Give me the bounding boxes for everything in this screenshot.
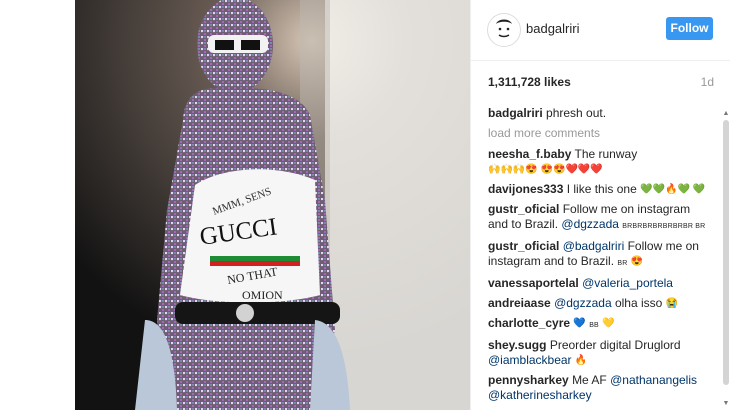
comment-mention[interactable]: @valeria_portela: [582, 276, 673, 290]
load-more-comments-link[interactable]: load more comments: [488, 126, 708, 141]
comment-username[interactable]: charlotte_cyre: [488, 316, 570, 330]
comment-item: charlotte_cyre 💙 BB 💛: [488, 316, 708, 333]
emoji: 💙: [573, 318, 586, 330]
comment-text: olha isso: [614, 296, 663, 310]
comment-username[interactable]: pennysharkey: [488, 373, 569, 387]
comment-username[interactable]: neesha_f.baby: [488, 147, 571, 161]
emoji: 🔥: [574, 355, 588, 367]
comment-username[interactable]: vanessaportelal: [488, 276, 579, 290]
caption-username[interactable]: badgalriri: [488, 106, 543, 120]
comment-mention[interactable]: @dgzzada: [554, 296, 612, 310]
comment-text: Preorder digital Druglord: [549, 338, 681, 352]
comment-item: gustr_oficial @badgalriri Follow me on i…: [488, 239, 708, 271]
comment-username[interactable]: davijones333: [488, 182, 563, 196]
scroll-up-arrow-icon[interactable]: ▲: [721, 110, 730, 120]
comment-text: The runway: [574, 147, 638, 161]
emoji: 😍: [630, 256, 644, 268]
header-username[interactable]: badgalriri: [526, 21, 579, 36]
comment-item: davijones333 I like this one 💚💚🔥💚 💚: [488, 182, 708, 197]
caption-text: phresh out.: [546, 106, 607, 120]
emoji: 😭: [665, 298, 679, 310]
avatar-icon[interactable]: [487, 13, 521, 47]
scroll-down-arrow-icon[interactable]: ▼: [721, 400, 730, 410]
comment-item: gustr_oficial Follow me on instagram and…: [488, 202, 708, 234]
comment-username[interactable]: gustr_oficial: [488, 202, 559, 216]
comments-list: badgalriri phresh out. load more comment…: [488, 106, 708, 408]
post-panel: badgalriri Follow 1,311,728 likes 1d bad…: [470, 0, 730, 410]
emoji-sequence: 🙌🙌🙌😍 😍😍❤️❤️❤️: [488, 164, 603, 176]
comment-mention[interactable]: @katherinesharkey: [488, 388, 592, 402]
post-age[interactable]: 1d: [701, 75, 714, 89]
comment-username[interactable]: shey.sugg: [488, 338, 546, 352]
post-photo: MMM, SENS GUCCI NO THAT OMION: [75, 0, 470, 410]
comment-mention[interactable]: @iamblackbear: [488, 353, 572, 367]
comments-scrollbar[interactable]: ▲ ▼: [721, 110, 730, 410]
comment-username[interactable]: andreiaase: [488, 296, 551, 310]
comment-item: andreiaase @dgzzada olha isso 😭: [488, 296, 708, 311]
comment-username[interactable]: gustr_oficial: [488, 239, 559, 253]
caption: badgalriri phresh out.: [488, 106, 708, 121]
comment-small-text: BB: [589, 322, 599, 329]
post-header: badgalriri Follow: [471, 0, 730, 61]
likes-count[interactable]: 1,311,728 likes: [488, 75, 571, 89]
follow-button[interactable]: Follow: [666, 17, 713, 40]
comment-small-text: BRBRBRBRBRBRBR BR: [622, 223, 706, 230]
comment-item: vanessaportelal @valeria_portela: [488, 276, 708, 291]
comment-mention[interactable]: @nathanangelis: [610, 373, 697, 387]
comment-mention[interactable]: @badgalriri: [563, 239, 625, 253]
comment-item: neesha_f.baby The runway 🙌🙌🙌😍 😍😍❤️❤️❤️: [488, 147, 708, 177]
scroll-thumb[interactable]: [723, 120, 729, 385]
emoji-sequence: 💚💚🔥💚 💚: [640, 184, 706, 196]
avatar-sketch: [489, 15, 519, 45]
comment-mention[interactable]: @dgzzada: [561, 217, 619, 231]
comment-text: I like this one: [566, 182, 637, 196]
comment-item: pennysharkey Me AF @nathanangelis @kathe…: [488, 373, 708, 403]
comment-small-text: BR: [617, 260, 628, 267]
comment-item: shey.sugg Preorder digital Druglord @iam…: [488, 338, 708, 368]
emoji: 💛: [602, 318, 615, 330]
shirt-line-4: OMION: [242, 288, 283, 302]
comment-text: Me AF: [572, 373, 607, 387]
post-image[interactable]: MMM, SENS GUCCI NO THAT OMION: [75, 0, 470, 410]
